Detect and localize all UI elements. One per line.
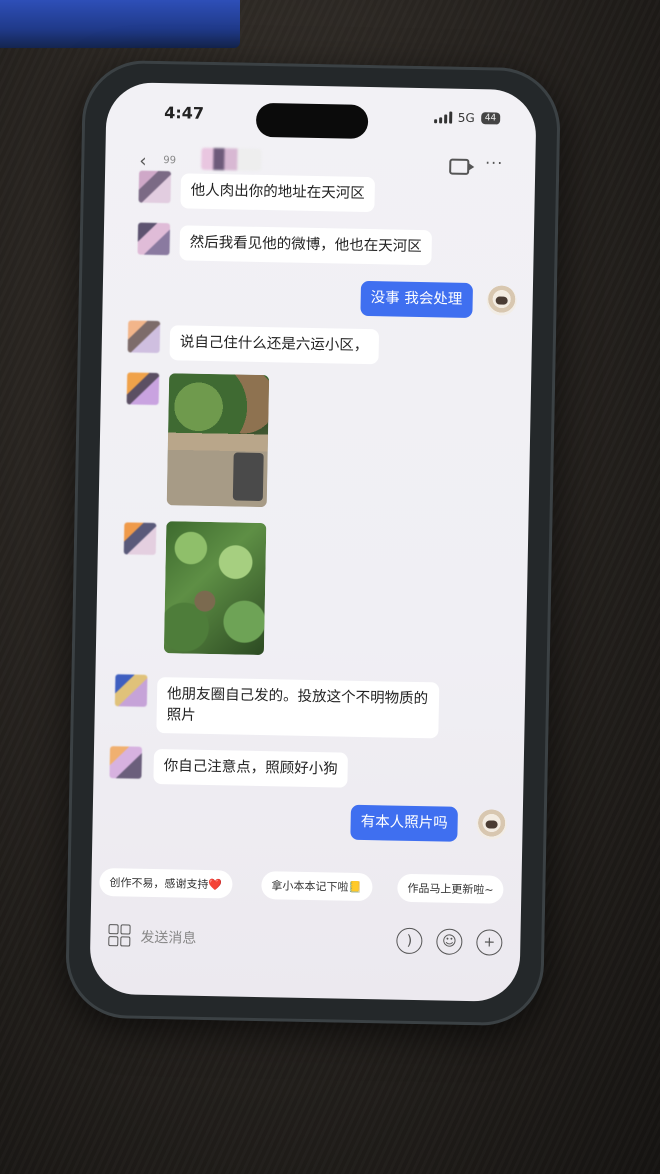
image-message[interactable] bbox=[166, 373, 270, 508]
more-icon[interactable]: ··· bbox=[485, 153, 504, 172]
message-incoming: 他朋友圈自己发的。投放这个不明物质的照片 bbox=[156, 677, 440, 739]
message-incoming: 然后我看见他的微博，他也在天河区 bbox=[179, 225, 433, 266]
phone-screen: 4:47 5G 44 ‹ 99 ··· 他人肉出你的地址在天河区 然后我看见他的… bbox=[89, 81, 537, 1003]
phone-frame: 4:47 5G 44 ‹ 99 ··· 他人肉出你的地址在天河区 然后我看见他的… bbox=[64, 59, 562, 1027]
apps-grid-icon[interactable] bbox=[108, 924, 131, 947]
battery-icon: 44 bbox=[480, 112, 501, 125]
avatar[interactable] bbox=[127, 320, 161, 354]
message-outgoing: 没事 我会处理 bbox=[360, 280, 473, 319]
image-message[interactable] bbox=[163, 521, 267, 656]
back-count: 99 bbox=[163, 155, 177, 167]
quick-reply-chip[interactable]: 创作不易，感谢支持❤️ bbox=[99, 867, 233, 899]
message-incoming: 说自己住什么还是六运小区， bbox=[169, 325, 379, 365]
status-time: 4:47 bbox=[164, 103, 205, 123]
avatar[interactable] bbox=[137, 222, 171, 256]
video-call-icon[interactable] bbox=[449, 158, 470, 175]
signal-icon bbox=[433, 111, 452, 124]
contact-name-blurred bbox=[201, 147, 262, 171]
add-icon[interactable]: + bbox=[476, 929, 503, 956]
quick-reply-chip[interactable]: 作品马上更新啦~ bbox=[397, 873, 504, 904]
self-avatar[interactable] bbox=[486, 285, 517, 316]
avatar[interactable] bbox=[109, 746, 143, 779]
message-incoming: 你自己注意点，照顾好小狗 bbox=[153, 748, 348, 788]
blue-object bbox=[0, 0, 240, 48]
message-outgoing: 有本人照片吗 bbox=[350, 804, 458, 842]
quick-reply-bar: 创作不易，感谢支持❤️ 拿小本本记下啦📒 作品马上更新啦~ bbox=[91, 867, 522, 908]
message-incoming: 他人肉出你的地址在天河区 bbox=[180, 173, 376, 213]
emoji-icon[interactable]: ☺ bbox=[436, 928, 463, 955]
chevron-left-icon[interactable]: ‹ bbox=[139, 151, 147, 172]
message-input[interactable]: 发送消息 bbox=[140, 927, 196, 948]
avatar[interactable] bbox=[114, 674, 148, 707]
network-label: 5G bbox=[457, 110, 475, 126]
avatar[interactable] bbox=[126, 372, 160, 406]
status-indicators: 5G 44 bbox=[433, 110, 501, 126]
message-input-bar: 发送消息 ) ☺ + bbox=[90, 912, 521, 972]
status-bar: 4:47 5G 44 bbox=[106, 82, 537, 150]
quick-reply-chip[interactable]: 拿小本本记下啦📒 bbox=[261, 871, 373, 902]
voice-icon[interactable]: ) bbox=[396, 927, 423, 955]
avatar[interactable] bbox=[123, 522, 157, 555]
self-avatar[interactable] bbox=[476, 809, 507, 840]
dynamic-island bbox=[255, 102, 369, 139]
avatar[interactable] bbox=[138, 170, 172, 204]
